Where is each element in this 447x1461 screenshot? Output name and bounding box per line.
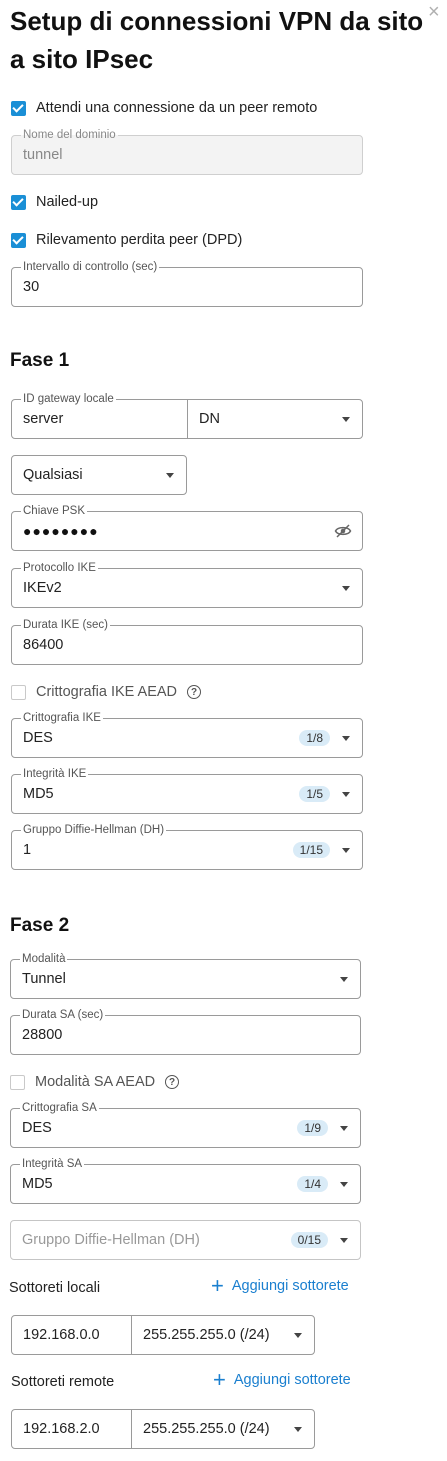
sa-dh-group-count-badge: 0/15 [290,1232,328,1248]
add-local-subnet-button[interactable]: + Aggiungi sottorete [211,1273,349,1298]
add-remote-subnet-button[interactable]: + Aggiungi sottorete [213,1367,351,1392]
wait-peer-checkbox-row[interactable]: Attendi una connessione da un peer remot… [11,100,317,116]
nailed-up-checkbox[interactable] [11,194,26,210]
local-gateway-id-label: ID gateway locale [21,392,116,406]
sa-integrity-select[interactable]: Integrità SA MD5 1/4 [10,1157,361,1204]
local-gateway-id-type[interactable]: DN [188,411,342,427]
sa-aead-checkbox-row[interactable]: Modalità SA AEAD ? [10,1074,180,1090]
sa-duration-value[interactable]: 28800 [11,1027,360,1043]
sa-aead-checkbox[interactable] [10,1074,25,1090]
chevron-down-icon[interactable] [342,735,350,741]
local-gateway-id-field[interactable]: ID gateway locale server DN [11,392,363,439]
remote-subnet-ip[interactable]: 192.168.2.0 [12,1421,131,1437]
chevron-down-icon[interactable] [340,1181,348,1187]
mode-value[interactable]: Tunnel [11,971,340,987]
sa-dh-group-placeholder[interactable]: Gruppo Diffie-Hellman (DH) [11,1232,291,1248]
help-icon[interactable]: ? [165,1075,180,1089]
dpd-label: Rilevamento perdita peer (DPD) [36,232,243,248]
ike-integrity-label: Integrità IKE [21,767,89,781]
ike-protocol-select[interactable]: Protocollo IKE IKEv2 [11,561,363,608]
mode-select[interactable]: Modalità Tunnel [10,952,361,999]
sa-encryption-label: Crittografia SA [20,1101,99,1115]
peer-type-select[interactable]: Qualsiasi [11,455,187,495]
domain-field: Nome del dominio tunnel [11,128,363,175]
chevron-down-icon[interactable] [340,976,348,982]
dh-group-label: Gruppo Diffie-Hellman (DH) [21,823,167,837]
ike-integrity-select[interactable]: Integrità IKE MD5 1/5 [11,767,363,814]
sa-encryption-select[interactable]: Crittografia SA DES 1/9 [10,1101,361,1148]
sa-integrity-label: Integrità SA [20,1157,85,1171]
nailed-up-label: Nailed-up [36,194,99,210]
plus-icon: + [213,1367,226,1392]
phase1-title: Fase 1 [10,350,70,371]
peer-type-value[interactable]: Qualsiasi [12,467,166,483]
plus-icon: + [211,1273,224,1298]
close-icon[interactable]: × [428,2,440,22]
ike-duration-field[interactable]: Durata IKE (sec) 86400 [11,618,363,665]
chevron-down-icon[interactable] [294,1332,302,1338]
sa-aead-label: Modalità SA AEAD [35,1074,156,1090]
psk-field[interactable]: Chiave PSK ●●●●●●●● [11,504,363,551]
phase2-title: Fase 2 [10,915,70,936]
local-subnet-row[interactable]: 192.168.0.0 255.255.255.0 (/24) [11,1315,315,1355]
wait-peer-checkbox[interactable] [11,100,26,116]
chevron-down-icon[interactable] [342,416,350,422]
sa-duration-label: Durata SA (sec) [20,1008,106,1022]
sa-dh-group-select[interactable]: Gruppo Diffie-Hellman (DH) 0/15 [10,1220,361,1260]
ike-aead-label: Crittografia IKE AEAD [36,684,178,700]
add-local-subnet-label: Aggiungi sottorete [231,1278,349,1294]
add-remote-subnet-label: Aggiungi sottorete [233,1372,351,1388]
chevron-down-icon[interactable] [342,847,350,853]
ike-encryption-select[interactable]: Crittografia IKE DES 1/8 [11,711,363,758]
ike-encryption-label: Crittografia IKE [21,711,103,725]
domain-field-label: Nome del dominio [21,128,118,142]
psk-label: Chiave PSK [21,504,88,518]
sa-integrity-count-badge: 1/4 [297,1176,328,1192]
ike-encryption-value[interactable]: DES [12,730,299,746]
check-interval-value[interactable]: 30 [12,279,362,295]
chevron-down-icon[interactable] [342,791,350,797]
check-interval-field[interactable]: Intervallo di controllo (sec) 30 [11,260,363,307]
remote-subnets-label: Sottoreti remote [11,1374,115,1390]
local-subnets-label: Sottoreti locali [9,1280,101,1296]
chevron-down-icon[interactable] [340,1237,348,1243]
eye-off-icon[interactable] [334,522,352,540]
ike-protocol-value[interactable]: IKEv2 [12,580,342,596]
ike-duration-label: Durata IKE (sec) [21,618,110,632]
chevron-down-icon[interactable] [340,1125,348,1131]
sa-integrity-value[interactable]: MD5 [11,1176,297,1192]
local-subnet-mask[interactable]: 255.255.255.0 (/24) [132,1327,294,1343]
sa-duration-field[interactable]: Durata SA (sec) 28800 [10,1008,361,1055]
sa-encryption-count-badge: 1/9 [297,1120,328,1136]
dpd-checkbox-row[interactable]: Rilevamento perdita peer (DPD) [11,232,242,248]
ike-duration-value[interactable]: 86400 [12,637,362,653]
ike-encryption-count-badge: 1/8 [299,730,330,746]
check-interval-label: Intervallo di controllo (sec) [21,260,160,274]
remote-subnet-mask[interactable]: 255.255.255.0 (/24) [132,1421,294,1437]
dpd-checkbox[interactable] [11,232,26,248]
dh-group-value[interactable]: 1 [12,842,293,858]
remote-subnet-row[interactable]: 192.168.2.0 255.255.255.0 (/24) [11,1409,315,1449]
dh-group-select[interactable]: Gruppo Diffie-Hellman (DH) 1 1/15 [11,823,363,870]
ike-integrity-count-badge: 1/5 [299,786,330,802]
ike-aead-checkbox-row[interactable]: Crittografia IKE AEAD ? [11,684,202,700]
dh-group-count-badge: 1/15 [292,842,330,858]
sa-encryption-value[interactable]: DES [11,1120,297,1136]
domain-field-value: tunnel [23,147,63,163]
chevron-down-icon[interactable] [342,585,350,591]
nailed-up-checkbox-row[interactable]: Nailed-up [11,194,98,210]
local-gateway-id-value[interactable]: server [12,411,187,427]
ike-aead-checkbox[interactable] [11,684,26,700]
ike-protocol-label: Protocollo IKE [21,561,98,575]
local-subnet-ip[interactable]: 192.168.0.0 [12,1327,131,1343]
chevron-down-icon[interactable] [294,1426,302,1432]
chevron-down-icon[interactable] [166,472,174,478]
ike-integrity-value[interactable]: MD5 [12,786,299,802]
mode-label: Modalità [20,952,68,966]
page-title: Setup di connessioni VPN da sito a sito … [10,6,424,74]
psk-value[interactable]: ●●●●●●●● [12,523,334,539]
wait-peer-label: Attendi una connessione da un peer remot… [36,100,318,116]
help-icon[interactable]: ? [187,685,202,699]
